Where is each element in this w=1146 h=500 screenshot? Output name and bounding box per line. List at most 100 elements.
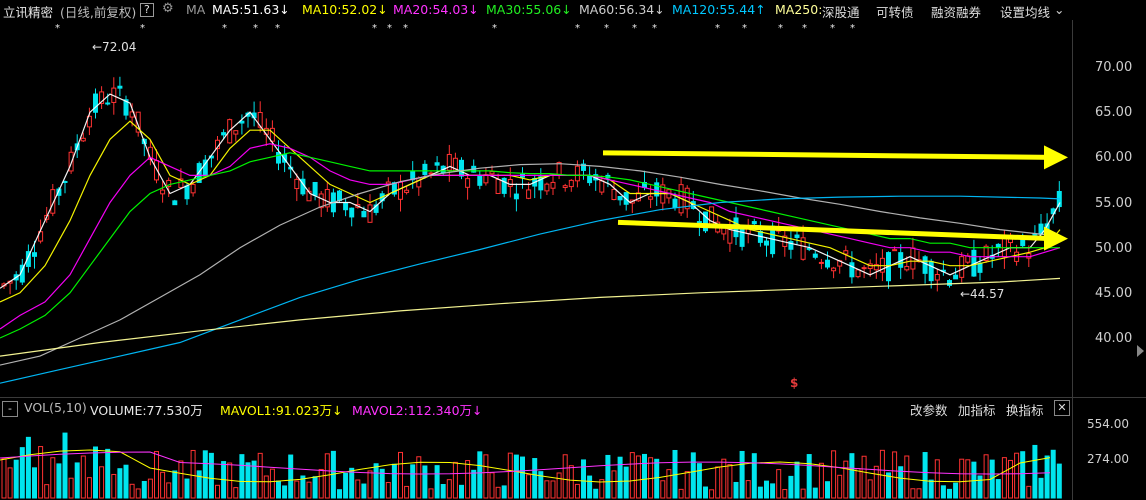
ma20-value: MA20:54.03↓	[393, 2, 479, 17]
event-marker[interactable]: *	[778, 23, 783, 34]
volume-bar	[764, 480, 769, 499]
chevron-down-icon[interactable]: ⌄	[1054, 2, 1064, 17]
candlestick	[965, 253, 971, 265]
candle-body	[422, 163, 428, 176]
volume-bar	[745, 480, 751, 499]
event-marker[interactable]: *	[140, 23, 145, 34]
candlestick	[550, 176, 556, 195]
candlestick	[251, 101, 257, 127]
event-marker[interactable]: *	[802, 23, 807, 34]
volume-bar	[593, 488, 599, 499]
volume-bar	[812, 487, 818, 499]
candlestick	[825, 251, 830, 270]
volume-bar	[86, 477, 92, 499]
event-marker[interactable]: *	[742, 23, 747, 34]
price-tick-label: 50.00	[1095, 240, 1133, 256]
stock-name[interactable]: 立讯精密	[3, 2, 53, 21]
chart-header: 立讯精密 (日线,前复权) ? ⚙ MA MA5:51.63↓ MA10:52.…	[0, 0, 1146, 20]
volume-bar	[172, 470, 178, 499]
volume-bar	[916, 488, 922, 499]
candlestick	[172, 199, 178, 206]
candle-body	[892, 249, 898, 252]
volume-bar	[666, 469, 672, 499]
event-marker[interactable]: *	[492, 23, 497, 34]
candlestick	[940, 260, 946, 276]
arrow-shaft	[602, 150, 1053, 160]
volume-bar	[349, 467, 355, 499]
event-marker[interactable]: *	[652, 23, 657, 34]
volume-bar	[471, 469, 477, 499]
candle-body	[648, 196, 654, 200]
volume-bar	[391, 463, 397, 499]
scroll-right-icon[interactable]	[1137, 345, 1144, 357]
candlestick	[318, 191, 324, 218]
event-marker[interactable]: *	[222, 23, 227, 34]
vol-label[interactable]: VOL(5,10)	[24, 400, 87, 415]
candle-body	[934, 274, 940, 281]
collapse-icon[interactable]: -	[2, 401, 18, 417]
volume-bar	[696, 463, 702, 499]
menu-convertible-bond[interactable]: 可转债	[876, 2, 914, 21]
volume-bar	[544, 480, 550, 499]
candlestick	[233, 130, 239, 142]
volume-bar	[208, 452, 214, 499]
candle-body	[831, 267, 837, 272]
event-marker[interactable]: *	[850, 23, 855, 34]
close-icon[interactable]: ✕	[1054, 400, 1070, 416]
candle-body	[276, 152, 281, 164]
volume-bar	[568, 465, 574, 499]
arrow-shaft	[617, 219, 1053, 242]
volume-bar	[617, 456, 623, 499]
candlestick	[568, 179, 574, 192]
candlestick	[513, 183, 519, 212]
candle-body	[751, 221, 757, 225]
volume-chart[interactable]	[0, 418, 1073, 500]
event-marker[interactable]: *	[372, 23, 377, 34]
candlestick	[593, 168, 599, 191]
event-marker[interactable]: *	[403, 23, 408, 34]
volume-bar	[111, 473, 117, 499]
switch-indicator-button[interactable]: 换指标	[1006, 400, 1044, 419]
volume-bar	[257, 452, 263, 499]
event-marker[interactable]: *	[387, 23, 392, 34]
volume-bar	[105, 448, 111, 499]
candle-body	[349, 207, 355, 218]
candle-body	[562, 185, 568, 188]
candlestick	[349, 207, 355, 227]
price-chart[interactable]	[0, 38, 1073, 396]
ma250-line	[0, 277, 1061, 357]
candlestick	[977, 256, 983, 281]
candle-body	[611, 188, 617, 201]
volume-bar	[678, 488, 684, 499]
volume-bar	[276, 480, 281, 499]
volume-bar	[367, 470, 373, 499]
volume-bar	[623, 466, 629, 499]
change-params-button[interactable]: 改参数	[910, 400, 948, 419]
volume-bar	[312, 476, 318, 499]
help-icon[interactable]: ?	[140, 3, 154, 17]
volume-bar	[141, 480, 147, 499]
event-marker[interactable]: *	[830, 23, 835, 34]
event-marker[interactable]: *	[575, 23, 580, 34]
candle-body	[995, 243, 1001, 248]
volume-bar	[983, 454, 989, 499]
event-marker[interactable]: *	[55, 23, 60, 34]
candlestick	[465, 174, 471, 200]
menu-hk-connect[interactable]: 深股通	[822, 2, 860, 21]
event-marker[interactable]: *	[275, 23, 280, 34]
dividend-marker[interactable]: $	[790, 376, 798, 390]
add-indicator-button[interactable]: 加指标	[958, 400, 996, 419]
event-marker[interactable]: *	[604, 23, 609, 34]
event-marker[interactable]: *	[632, 23, 637, 34]
event-marker[interactable]: *	[253, 23, 258, 34]
candle-body	[385, 181, 391, 185]
event-marker[interactable]: *	[715, 23, 720, 34]
volume-bar	[910, 488, 916, 499]
volume-bar	[513, 454, 519, 499]
volume-bar	[398, 451, 403, 499]
menu-margin-trading[interactable]: 融资融券	[931, 2, 981, 21]
menu-set-ma[interactable]: 设置均线	[1000, 2, 1050, 21]
gear-icon[interactable]: ⚙	[162, 1, 174, 16]
candlestick	[269, 120, 275, 152]
ma10-value: MA10:52.02↓	[302, 2, 388, 17]
